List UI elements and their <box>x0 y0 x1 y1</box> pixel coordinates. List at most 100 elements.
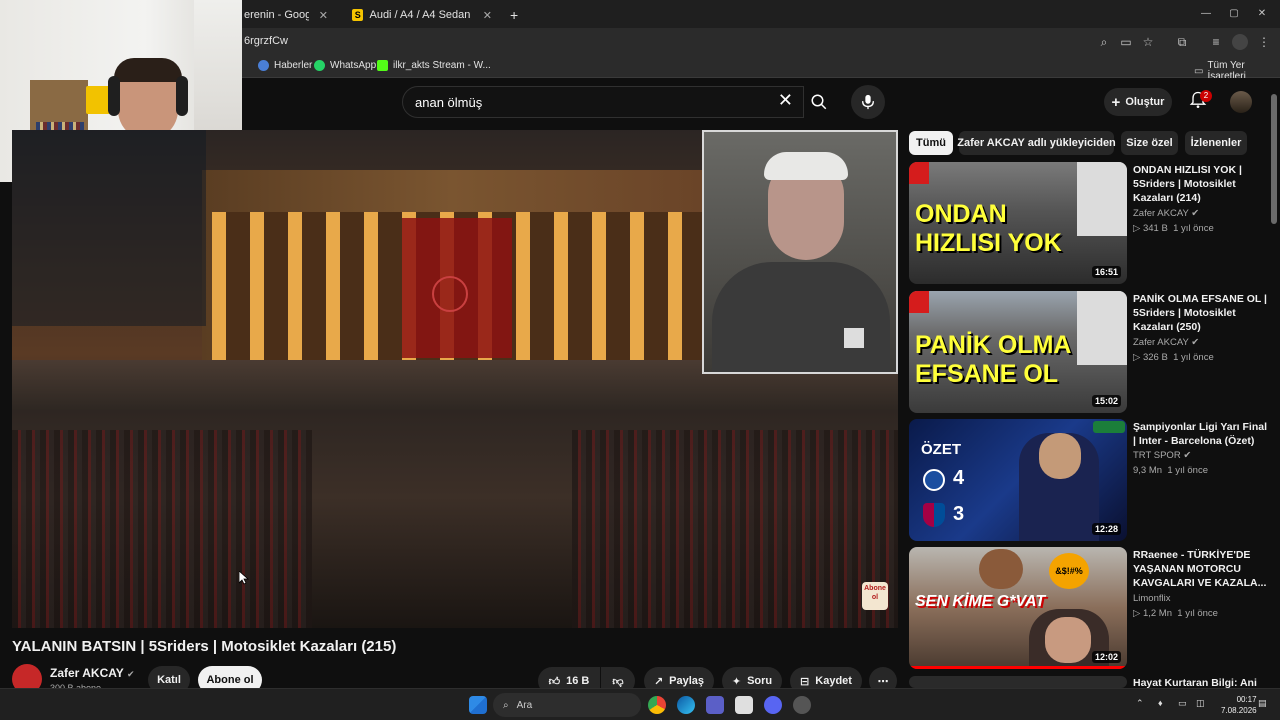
new-tab-button[interactable]: + <box>502 4 524 26</box>
presenter-shirt <box>712 262 890 372</box>
video-thumbnail[interactable]: ONDAN HIZLISI YOK 16:51 <box>909 162 1127 284</box>
views-icon: ▷ <box>1133 352 1141 363</box>
video-thumbnail[interactable]: PANİK OLMA EFSANE OL 15:02 <box>909 291 1127 413</box>
start-icon[interactable] <box>469 696 487 714</box>
thumbnail-text: PANİK OLMA EFSANE OL <box>915 331 1071 388</box>
microphone-icon <box>862 94 874 110</box>
video-thumbnail[interactable]: ÖZET 4 3 12:28 <box>909 419 1127 541</box>
channel-name-text: Zafer AKCAY <box>50 666 124 680</box>
battery-icon[interactable]: ▭ <box>1178 698 1190 710</box>
taskbar-search[interactable]: ⌕ Ara <box>493 693 641 717</box>
menu-icon[interactable]: ⋮ <box>1256 34 1272 50</box>
bookmark-kick[interactable]: ilkr_akts Stream - W... <box>377 60 491 71</box>
presenter-overlay <box>702 130 898 374</box>
recommendation-channel[interactable]: Zafer AKCAY ✔ <box>1133 208 1199 219</box>
channel-logo <box>909 291 929 313</box>
chip-all[interactable]: Tümü <box>909 131 953 155</box>
video-title: YALANIN BATSIN | 5Sriders | Motosiklet K… <box>12 638 397 655</box>
discord-icon[interactable] <box>764 696 782 714</box>
browser-tab-audi[interactable]: S Audi / A4 / A4 Sedan / 1.4 TFSI ✕ <box>344 4 500 26</box>
verified-icon: ✔ <box>126 669 135 679</box>
search-button[interactable] <box>804 86 834 118</box>
profile-icon[interactable] <box>1232 34 1248 50</box>
chip-uploader[interactable]: Zafer AKCAY adlı yükleyiciden <box>957 131 1116 155</box>
zoom-icon[interactable]: ⌕ <box>1096 34 1112 50</box>
thumbnail-text: ONDAN HIZLISI YOK <box>915 200 1062 257</box>
duration-badge: 12:28 <box>1091 523 1121 535</box>
subscribe-watermark[interactable]: Abone ol <box>862 582 888 610</box>
network-icon[interactable]: ◫ <box>1196 698 1208 710</box>
duration-badge: 16:51 <box>1091 266 1121 278</box>
thumbnail-text: ÖZET <box>921 441 961 458</box>
more-icon: ⋯ <box>877 675 889 688</box>
recommendation-title[interactable]: RRaenee - TÜRKİYE'DE YAŞANAN MOTORCU KAV… <box>1133 548 1267 590</box>
recommendation-title[interactable]: ONDAN HIZLISI YOK | 5Sriders | Motosikle… <box>1133 163 1267 205</box>
upload-age: 1 yıl önce <box>1173 352 1214 363</box>
chrome-icon[interactable] <box>648 696 666 714</box>
chip-for-you[interactable]: Size özel <box>1121 131 1178 155</box>
chevron-up-icon[interactable]: ⌃ <box>1136 698 1148 710</box>
clock-date: 7.08.2026 <box>1221 706 1257 715</box>
watch-progress <box>909 666 1127 669</box>
edge-icon[interactable] <box>677 696 695 714</box>
teams-icon[interactable] <box>706 696 724 714</box>
browser-tab-google[interactable]: erenin - Google'da A ✕ <box>236 4 336 26</box>
recommendation-item[interactable]: ONDAN HIZLISI YOK 16:51 ONDAN HIZLISI YO… <box>909 162 1271 284</box>
mic-tray-icon[interactable]: ♦ <box>1158 698 1170 710</box>
search-input[interactable]: anan ölmüş ✕ <box>402 86 804 118</box>
recommendation-title[interactable]: Hayat Kurtaran Bilgi: Ani <box>1133 676 1267 688</box>
reading-list-icon[interactable]: ≡ <box>1208 34 1224 50</box>
voice-search-button[interactable] <box>851 85 885 119</box>
app-icon[interactable] <box>793 696 811 714</box>
whatsapp-icon <box>314 60 325 71</box>
recommendation-item[interactable]: ÖZET 4 3 12:28 Şampiyonlar Ligi Yarı Fin… <box>909 419 1271 541</box>
view-count: 1,2 Mn <box>1142 608 1172 619</box>
cast-icon[interactable]: ▭ <box>1118 34 1134 50</box>
channel-text: TRT SPOR <box>1133 450 1181 461</box>
taskbar-search-label: Ara <box>516 699 533 711</box>
recommendation-item[interactable]: Hayat Kurtaran Bilgi: Ani <box>909 676 1271 688</box>
maximize-icon[interactable]: ▢ <box>1226 6 1242 22</box>
star-icon[interactable]: ☆ <box>1140 34 1156 50</box>
close-window-icon[interactable]: ✕ <box>1254 6 1270 22</box>
channel-logo <box>909 162 929 184</box>
crowd-right <box>572 430 898 628</box>
recommendation-channel[interactable]: Limonflix <box>1133 593 1171 604</box>
channel-name[interactable]: Zafer AKCAY ✔ <box>50 666 134 680</box>
recommendation-channel[interactable]: TRT SPOR ✔ <box>1133 450 1191 461</box>
chip-watched[interactable]: İzlenenler <box>1185 131 1247 155</box>
person-hair <box>114 58 182 82</box>
create-button[interactable]: + Oluştur <box>1104 88 1172 116</box>
poster <box>86 86 110 114</box>
share-label: Paylaş <box>669 675 705 687</box>
bookmark-icon: ⊟ <box>800 675 810 688</box>
recommendation-title[interactable]: PANİK OLMA EFSANE OL | 5Sriders | Motosi… <box>1133 292 1267 334</box>
recommendation-item[interactable]: PANİK OLMA EFSANE OL 15:02 PANİK OLMA EF… <box>909 291 1271 413</box>
notification-badge: 2 <box>1200 90 1212 102</box>
clear-icon[interactable]: ✕ <box>778 90 793 111</box>
url-field[interactable]: 6rgrzfCw <box>244 35 288 47</box>
view-count: 9,3 Mn <box>1133 465 1163 476</box>
recommendation-item[interactable]: &$!#% SEN KİME G*VAT 12:02 RRaenee - TÜR… <box>909 547 1271 669</box>
channel-text: Zafer AKCAY <box>1133 337 1189 348</box>
views-icon: ▷ <box>1133 223 1141 234</box>
video-thumbnail[interactable] <box>909 676 1127 688</box>
recommendation-meta: ▷ 341 B 1 yıl önce <box>1133 223 1214 234</box>
notification-center-icon[interactable]: ▤ <box>1258 698 1270 710</box>
upload-age: 1 yıl önce <box>1167 465 1208 476</box>
close-icon[interactable]: ✕ <box>483 9 492 22</box>
streamer-face <box>1045 617 1091 663</box>
view-count: 341 B <box>1142 223 1168 234</box>
recommendation-channel[interactable]: Zafer AKCAY ✔ <box>1133 337 1199 348</box>
scrollbar-thumb[interactable] <box>1271 94 1277 224</box>
recommendation-title[interactable]: Şampiyonlar Ligi Yarı Final | Inter - Ba… <box>1133 420 1267 448</box>
minimize-icon[interactable]: — <box>1198 6 1214 22</box>
store-icon[interactable] <box>735 696 753 714</box>
bookmark-haberler[interactable]: Haberler <box>258 60 312 71</box>
system-clock[interactable]: 00:17 7.08.2026 <box>1221 694 1257 716</box>
close-icon[interactable]: ✕ <box>319 9 328 22</box>
bookmark-whatsapp[interactable]: WhatsApp <box>314 60 376 71</box>
video-thumbnail[interactable]: &$!#% SEN KİME G*VAT 12:02 <box>909 547 1127 669</box>
extensions-icon[interactable]: ⧉ <box>1174 34 1190 50</box>
account-avatar[interactable] <box>1230 91 1252 113</box>
